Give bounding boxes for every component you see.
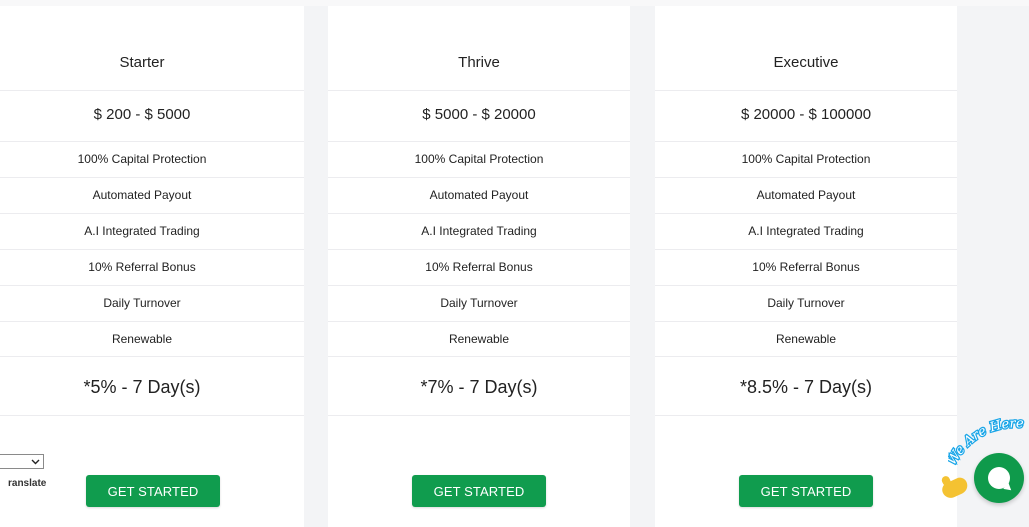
- plan-range: $ 200 - $ 5000: [93, 105, 191, 123]
- plan-feature: 100% Capital Protection: [741, 152, 871, 166]
- divider: [0, 415, 304, 416]
- plan-roi: *5% - 7 Day(s): [83, 376, 201, 397]
- plan-feature: Renewable: [775, 332, 837, 346]
- divider: [0, 90, 304, 91]
- plan-title: Starter: [119, 53, 165, 71]
- plan-feature: A.I Integrated Trading: [748, 224, 864, 238]
- chat-bubble-icon: [988, 467, 1010, 489]
- plan-feature: Daily Turnover: [767, 296, 845, 310]
- divider: [328, 90, 630, 91]
- get-started-button[interactable]: GET STARTED: [86, 475, 220, 507]
- plan-feature: 10% Referral Bonus: [88, 260, 196, 274]
- plan-feature: 100% Capital Protection: [414, 152, 544, 166]
- waving-hand-icon: [939, 475, 971, 501]
- divider: [655, 90, 957, 91]
- plan-title: Executive: [773, 53, 839, 71]
- plan-feature: Renewable: [111, 332, 173, 346]
- plan-feature: 10% Referral Bonus: [752, 260, 860, 274]
- translate-label: ranslate: [8, 478, 47, 489]
- plan-feature: Automated Payout: [756, 188, 856, 202]
- plan-range: $ 5000 - $ 20000: [422, 105, 536, 123]
- plan-roi: *7% - 7 Day(s): [420, 376, 538, 397]
- plan-feature: 10% Referral Bonus: [425, 260, 533, 274]
- divider: [328, 415, 630, 416]
- divider: [328, 356, 630, 357]
- divider: [655, 415, 957, 416]
- plan-card-thrive: Thrive $ 5000 - $ 20000 100% Capital Pro…: [328, 6, 630, 527]
- plan-range: $ 20000 - $ 100000: [740, 105, 872, 123]
- plan-feature: Automated Payout: [429, 188, 529, 202]
- plan-feature: 100% Capital Protection: [77, 152, 207, 166]
- plan-roi: *8.5% - 7 Day(s): [739, 376, 873, 397]
- chevron-down-icon: [31, 457, 40, 467]
- get-started-button[interactable]: GET STARTED: [739, 475, 873, 507]
- chat-widget[interactable]: We Are Here: [938, 410, 1029, 527]
- plan-feature: A.I Integrated Trading: [421, 224, 537, 238]
- plan-feature: Automated Payout: [92, 188, 192, 202]
- plan-feature: Daily Turnover: [103, 296, 181, 310]
- divider: [655, 356, 957, 357]
- chat-button[interactable]: [974, 453, 1024, 503]
- divider: [0, 356, 304, 357]
- get-started-button[interactable]: GET STARTED: [412, 475, 546, 507]
- plan-card-starter: Starter $ 200 - $ 5000 100% Capital Prot…: [0, 6, 304, 527]
- language-select[interactable]: [0, 454, 44, 469]
- plan-feature: A.I Integrated Trading: [84, 224, 200, 238]
- plan-card-executive: Executive $ 20000 - $ 100000 100% Capita…: [655, 6, 957, 527]
- plan-feature: Renewable: [448, 332, 510, 346]
- plan-feature: Daily Turnover: [440, 296, 518, 310]
- plan-title: Thrive: [458, 53, 500, 71]
